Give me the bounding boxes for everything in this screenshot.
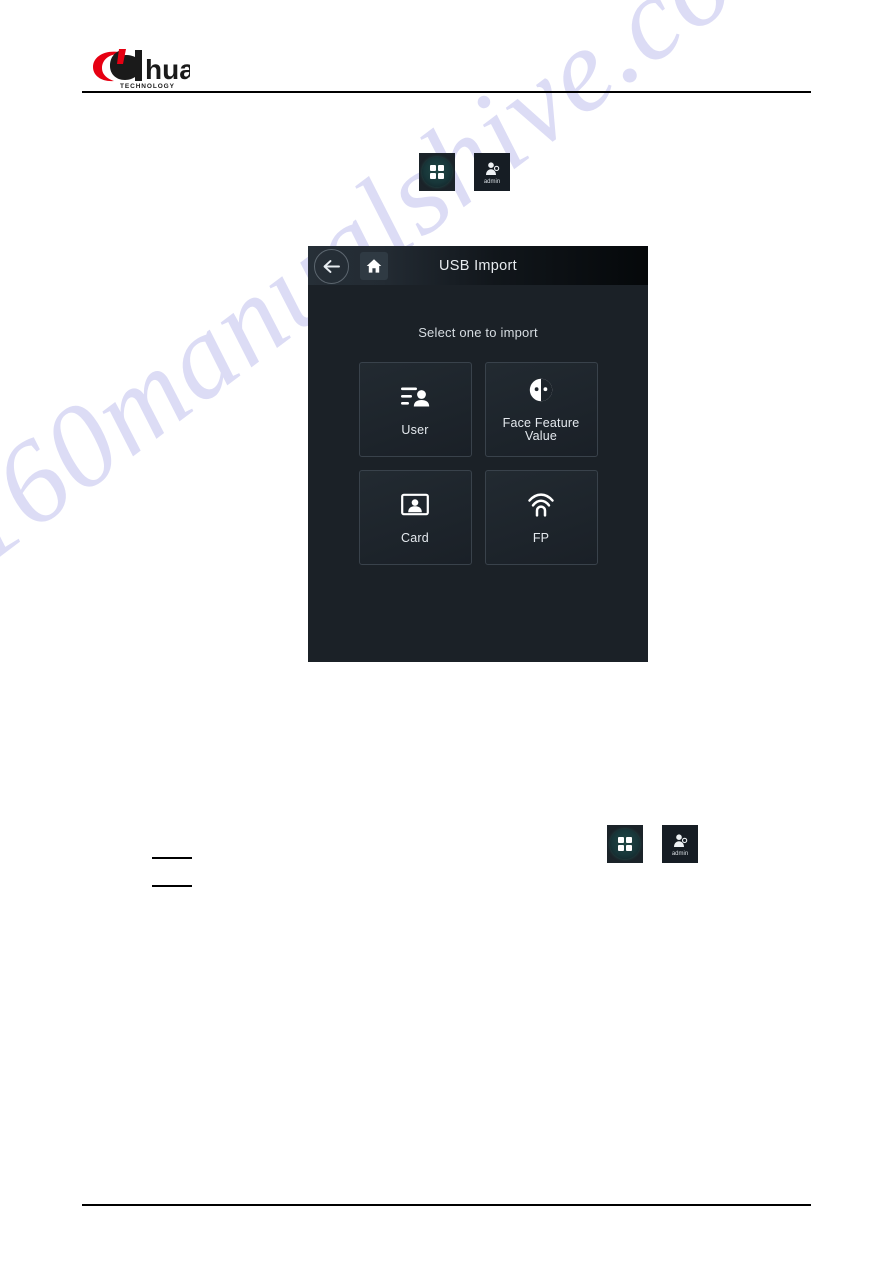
import-tile-label: Card (401, 530, 429, 545)
menu-icon-button-top[interactable] (419, 153, 455, 191)
redaction-line (152, 885, 192, 887)
inline-icon-pair-top: admin (419, 153, 510, 191)
header-rule (82, 91, 811, 93)
grid-menu-icon (422, 157, 452, 187)
redaction-line (152, 857, 192, 859)
import-tile-fp[interactable]: FP (484, 470, 598, 565)
import-tile-card[interactable]: Card (358, 470, 472, 565)
user-list-icon (400, 383, 430, 411)
import-tile-label: Face Feature Value (502, 416, 580, 443)
admin-user-icon (486, 161, 500, 175)
admin-icon-button-top[interactable]: admin (474, 153, 510, 191)
admin-icon-label: admin (671, 850, 689, 857)
inline-icon-pair-bottom: admin (607, 825, 698, 863)
device-body: Select one to import User Face Feature V… (308, 285, 648, 662)
device-title: USB Import (439, 257, 517, 274)
card-person-icon (401, 491, 429, 519)
grid-menu-icon (610, 829, 640, 859)
fingerprint-glyph (528, 492, 554, 517)
device-header-bar: USB Import (308, 246, 648, 285)
svg-text:hua: hua (145, 54, 190, 85)
admin-icon-label: admin (483, 178, 501, 185)
import-option-grid: User Face Feature Value Card FP (308, 362, 648, 565)
admin-user-icon (674, 833, 688, 847)
dahua-logo-icon: hua TECHNOLOGY (93, 49, 190, 90)
menu-icon-button-bottom[interactable] (607, 825, 643, 863)
import-tile-label: User (401, 422, 429, 437)
face-feature-icon (528, 376, 554, 404)
dahua-logo: hua TECHNOLOGY (90, 48, 190, 90)
admin-icon-button-bottom[interactable]: admin (662, 825, 698, 863)
import-tile-face-feature-value[interactable]: Face Feature Value (484, 362, 598, 457)
import-hint-text: Select one to import (418, 325, 538, 340)
card-person-glyph (401, 493, 429, 516)
device-screen: USB Import Select one to import User Fac… (308, 246, 648, 662)
import-tile-user[interactable]: User (358, 362, 472, 457)
footer-rule (82, 1204, 811, 1206)
svg-text:TECHNOLOGY: TECHNOLOGY (120, 83, 175, 90)
import-tile-label: FP (532, 530, 550, 545)
face-feature-glyph (529, 378, 553, 402)
user-list-glyph (401, 387, 430, 406)
fingerprint-icon (527, 491, 555, 519)
